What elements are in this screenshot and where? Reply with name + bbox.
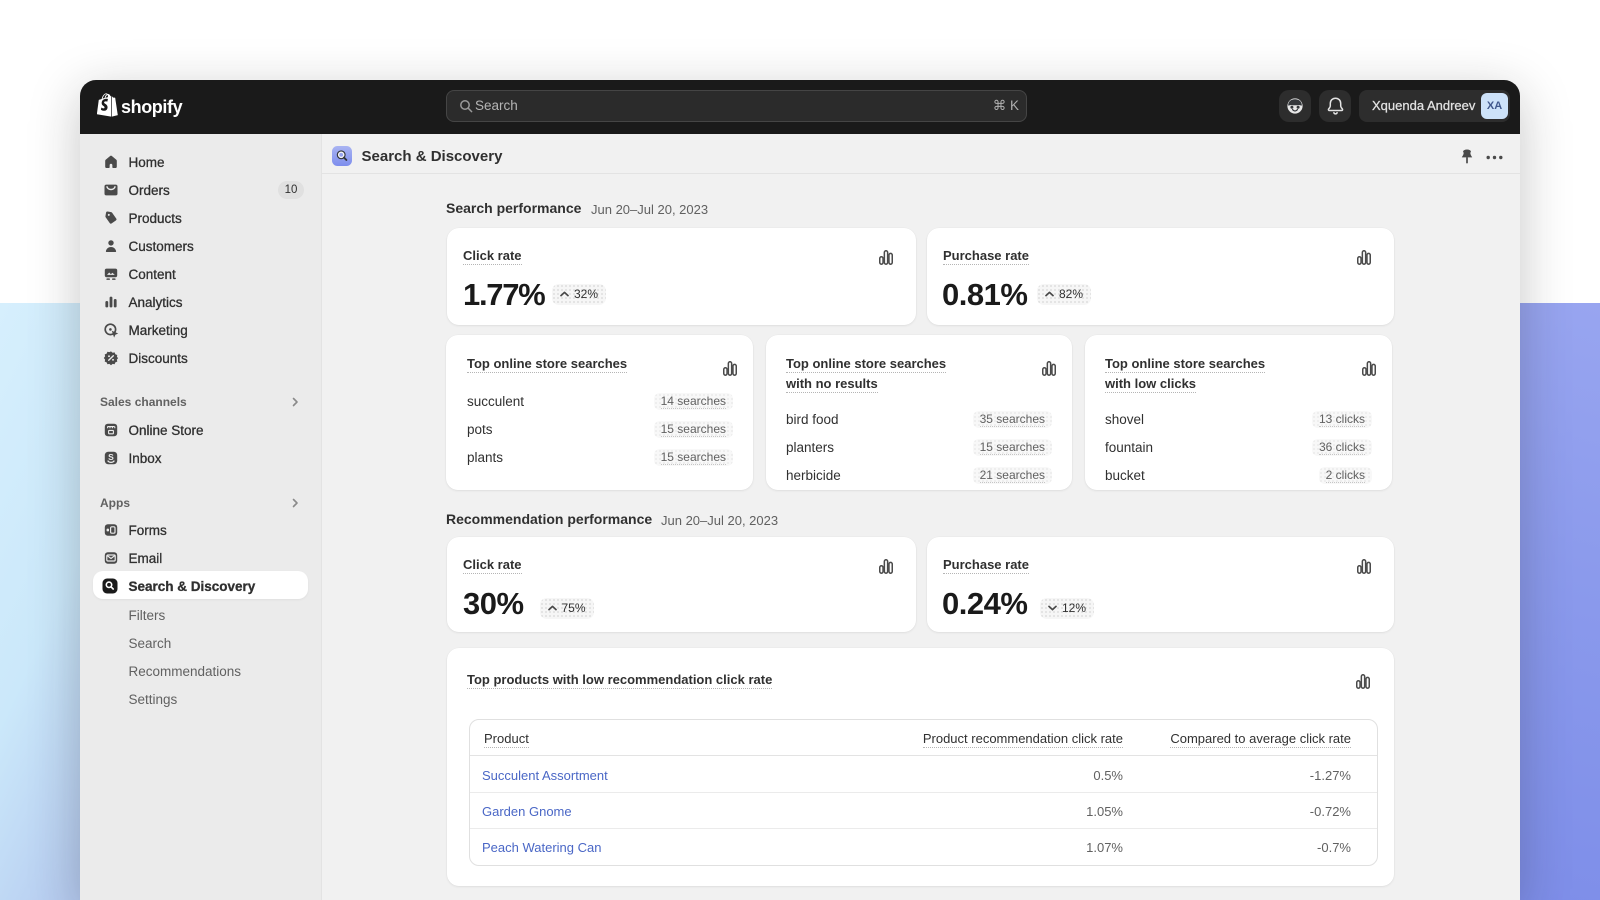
svg-text:S: S — [108, 452, 114, 462]
